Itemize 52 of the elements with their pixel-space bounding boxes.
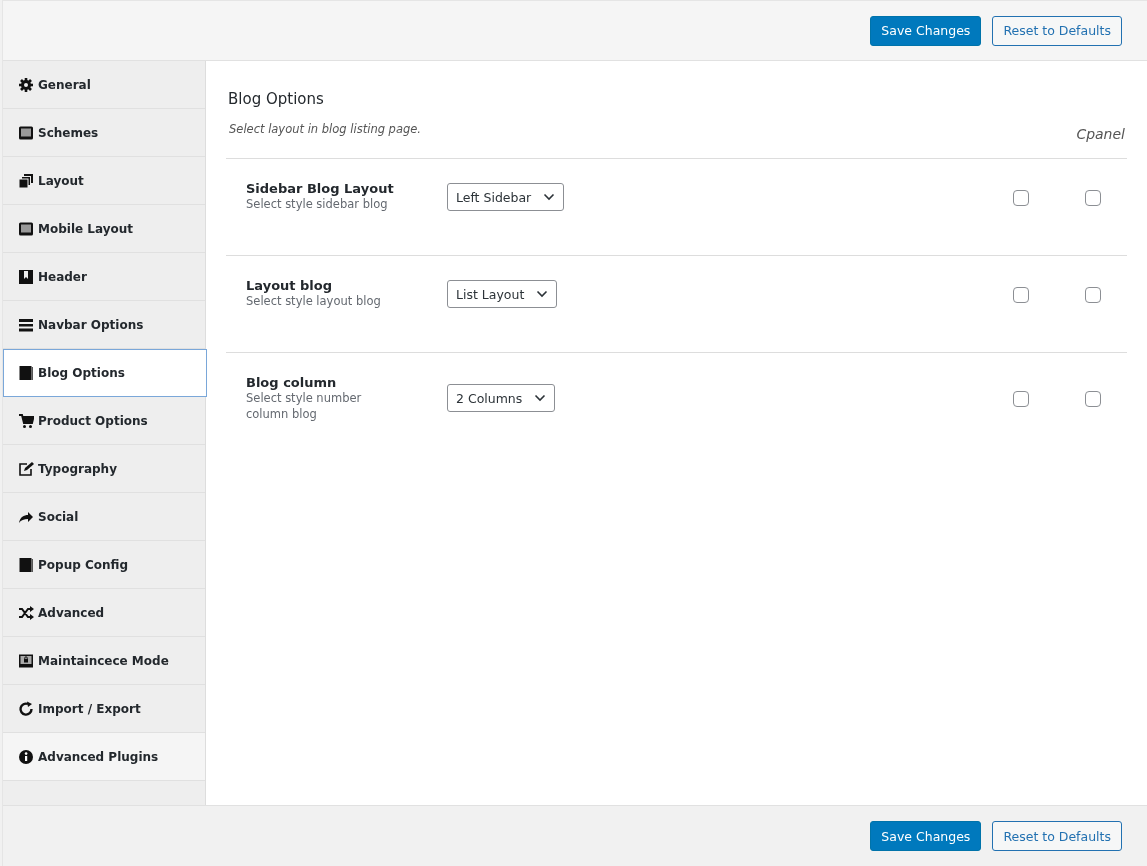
sidebar-item[interactable]: Advanced Plugins — [3, 733, 205, 781]
stacked-squares-icon — [18, 172, 34, 189]
bookmark-icon — [18, 268, 34, 285]
cart-icon — [18, 412, 34, 429]
edit-icon — [18, 460, 34, 477]
book-icon — [18, 556, 34, 573]
checkbox[interactable] — [1085, 391, 1101, 407]
monitor-icon — [18, 220, 34, 237]
section-description: Select layout in blog listing page. — [229, 122, 421, 136]
sidebar-item[interactable]: Product Options — [3, 397, 205, 445]
sidebar-item[interactable]: Blog Options — [3, 349, 207, 397]
checkbox[interactable] — [1013, 190, 1029, 206]
monitor-icon — [18, 124, 34, 141]
book-icon — [18, 365, 34, 381]
checkbox[interactable] — [1085, 190, 1101, 206]
sidebar-item[interactable]: Layout — [3, 157, 205, 205]
reset-button[interactable]: Reset to Defaults — [992, 15, 1122, 46]
menu-icon — [18, 316, 34, 333]
option-hint: Select style layout blog — [246, 293, 382, 309]
checkbox[interactable] — [1013, 287, 1029, 303]
sidebar-item[interactable]: Maintaincece Mode — [3, 637, 205, 685]
sidebar-item[interactable]: Advanced — [3, 589, 205, 637]
dropdown[interactable]: 2 Columns — [447, 384, 556, 412]
sidebar-item[interactable]: Typography — [3, 445, 205, 493]
sidebar-item[interactable]: General — [3, 61, 205, 109]
screen-lock-icon — [18, 652, 34, 669]
caret-icon — [536, 290, 549, 298]
sidebar-item[interactable]: Social — [3, 493, 205, 541]
caret-icon — [534, 394, 547, 402]
section-title: Blog Options — [228, 90, 325, 108]
checkbox[interactable] — [1013, 391, 1029, 407]
sidebar-item[interactable]: Popup Config — [3, 541, 205, 589]
reset-button[interactable]: Reset to Defaults — [992, 821, 1122, 851]
dropdown[interactable]: List Layout — [447, 280, 558, 308]
dropdown[interactable]: Left Sidebar — [447, 183, 565, 211]
option-hint: Select style sidebar blog — [246, 196, 389, 212]
save-button[interactable]: Save Changes — [870, 15, 982, 46]
column-label: Cpanel — [1076, 126, 1125, 142]
refresh-icon — [18, 700, 34, 717]
caret-icon — [543, 193, 556, 201]
checkbox[interactable] — [1085, 287, 1101, 303]
gear-icon — [18, 76, 34, 93]
info-icon — [18, 748, 34, 765]
sidebar-item[interactable]: Header — [3, 253, 205, 301]
sidebar-item[interactable]: Schemes — [3, 109, 205, 157]
option-hint: Select style number column blog — [246, 390, 363, 422]
sidebar-item[interactable]: Mobile Layout — [3, 205, 205, 253]
option-label: Sidebar Blog Layout — [246, 181, 395, 196]
option-label: Blog column — [246, 375, 338, 390]
shuffle-icon — [18, 604, 34, 621]
save-button[interactable]: Save Changes — [870, 821, 982, 851]
option-label: Layout blog — [246, 278, 334, 293]
